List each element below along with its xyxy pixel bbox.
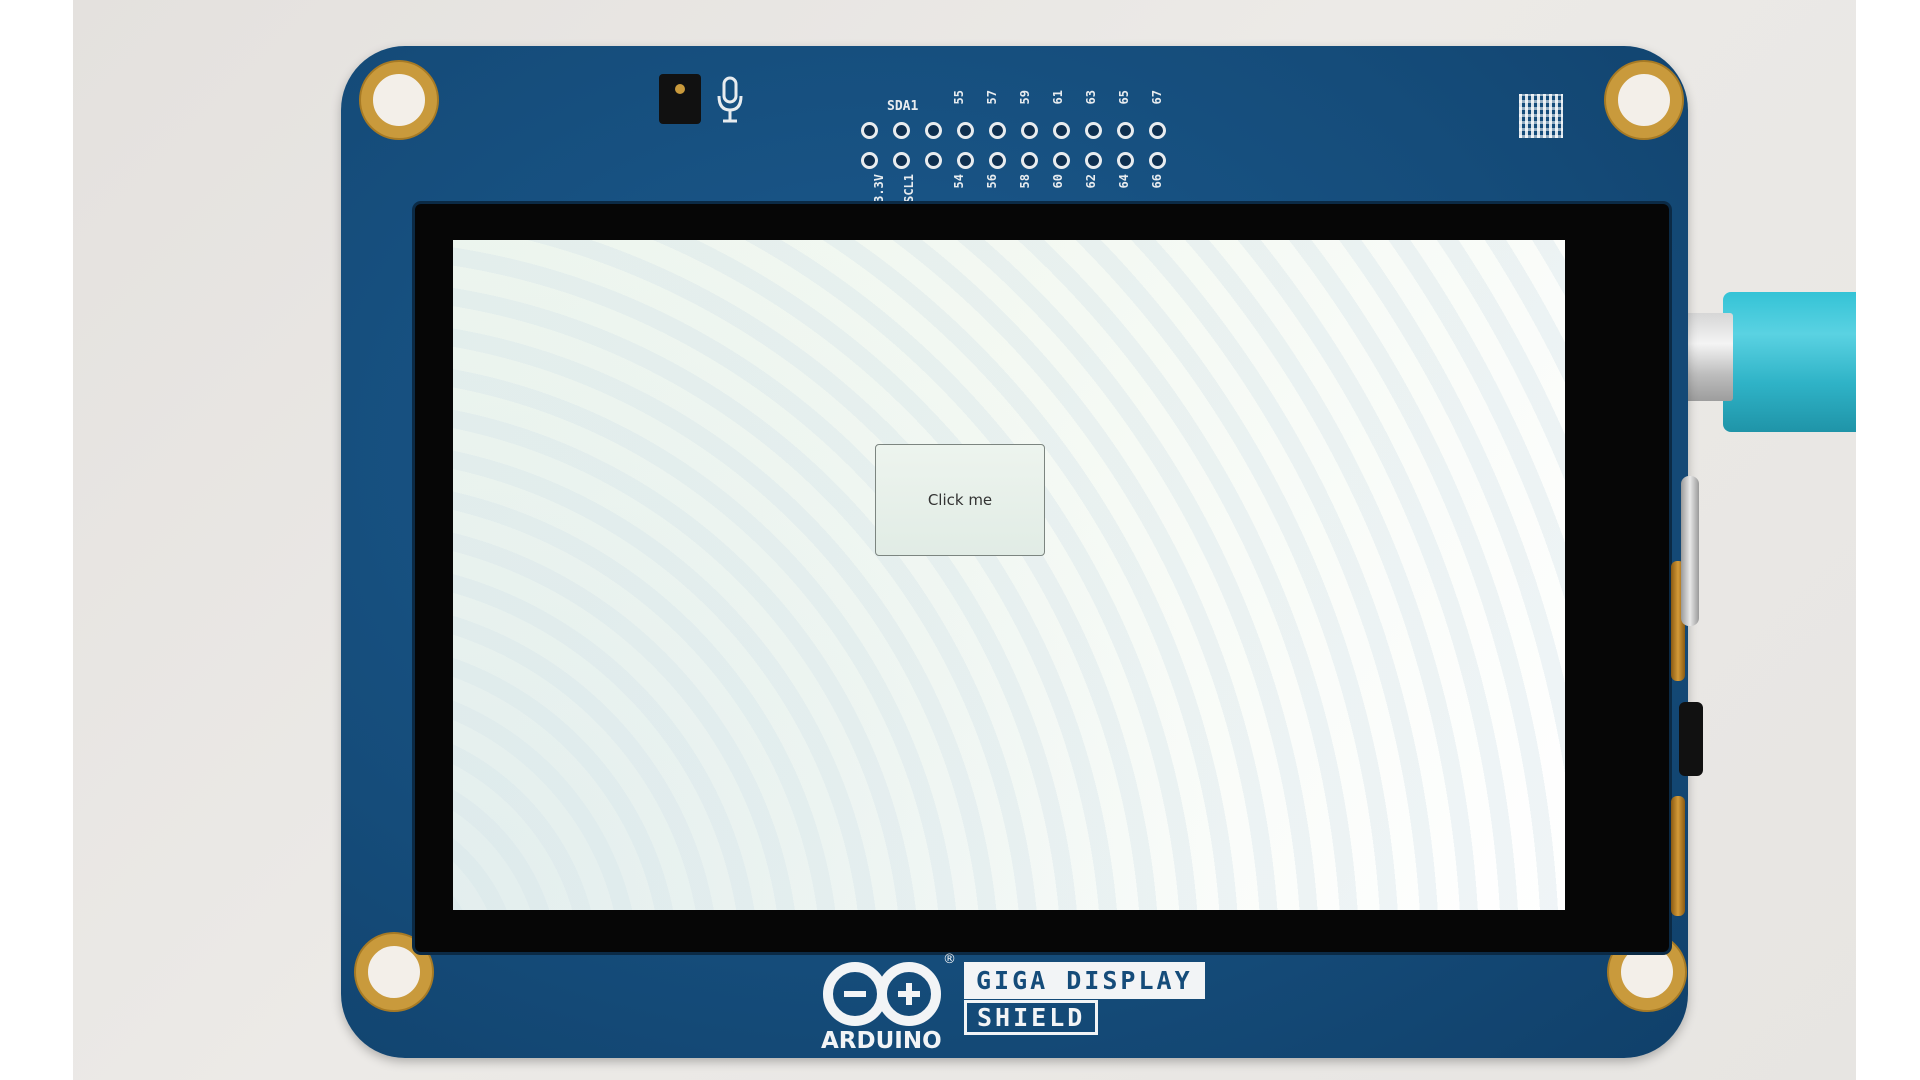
silk-pin-bottom: 62 (1084, 174, 1098, 189)
qr-code-icon (1519, 94, 1563, 138)
header-pin (925, 122, 942, 139)
header-pin (957, 152, 974, 169)
registered-mark: ® (943, 952, 956, 967)
silk-pin-top: 57 (985, 90, 999, 105)
silk-pin-top: 67 (1150, 90, 1164, 105)
header-pin (861, 152, 878, 169)
silk-pin-top: 61 (1051, 90, 1065, 105)
pin-header: SDA1 3.3V SCL1 55 57 59 61 63 65 67 54 5… (861, 90, 1241, 203)
product-name-line2: SHIELD (964, 1000, 1099, 1035)
microphone-sensor (659, 74, 701, 124)
touch-screen[interactable]: Click me (453, 240, 1565, 910)
header-pin (1149, 152, 1166, 169)
usb-cable (1723, 292, 1856, 432)
mounting-hole-top-right (1606, 62, 1682, 138)
header-pin (1021, 122, 1038, 139)
header-pin (925, 152, 942, 169)
silk-pin-bottom: 66 (1150, 174, 1164, 189)
silk-pin-top: 55 (952, 90, 966, 105)
product-name-line1: GIGA DISPLAY (964, 962, 1205, 999)
header-pin (1117, 122, 1134, 139)
header-pin (1053, 122, 1070, 139)
silk-pin-bottom: 64 (1117, 174, 1131, 189)
photo-background: SDA1 3.3V SCL1 55 57 59 61 63 65 67 54 5… (73, 0, 1856, 1080)
header-pin (989, 122, 1006, 139)
silk-pin-top: 65 (1117, 90, 1131, 105)
side-connector-gold-bottom (1671, 796, 1685, 916)
silk-sda-label: SDA1 (887, 99, 919, 114)
header-pin (1053, 152, 1070, 169)
silk-pin-bottom: 54 (952, 174, 966, 189)
header-pin (893, 152, 910, 169)
click-me-button[interactable]: Click me (875, 444, 1045, 556)
click-me-button-label: Click me (927, 491, 993, 509)
header-pin (1021, 152, 1038, 169)
silk-pin-bottom: 58 (1018, 174, 1032, 189)
giga-display-shield-board: SDA1 3.3V SCL1 55 57 59 61 63 65 67 54 5… (341, 46, 1703, 1058)
header-pin (1117, 152, 1134, 169)
header-pin (893, 122, 910, 139)
silk-pin-top: 63 (1084, 90, 1098, 105)
header-pin (957, 122, 974, 139)
header-pin (1149, 122, 1166, 139)
silk-pin-bottom: 60 (1051, 174, 1065, 189)
brand-name: ARDUINO (821, 1028, 942, 1054)
header-pin (989, 152, 1006, 169)
header-pin (861, 122, 878, 139)
usb-c-port (1681, 476, 1699, 626)
silk-scl-label: SCL1 (902, 174, 916, 203)
mounting-hole-top-left (361, 62, 437, 138)
side-button[interactable] (1679, 702, 1703, 776)
usb-plug (1683, 313, 1733, 401)
silk-voltage-label: 3.3V (872, 174, 886, 203)
header-pin (1085, 152, 1102, 169)
header-pin (1085, 122, 1102, 139)
silk-pin-top: 59 (1018, 90, 1032, 105)
screen-moire-pattern (453, 240, 1565, 910)
display-bezel: Click me (415, 204, 1669, 952)
silk-pin-bottom: 56 (985, 174, 999, 189)
microphone-icon (717, 76, 743, 123)
